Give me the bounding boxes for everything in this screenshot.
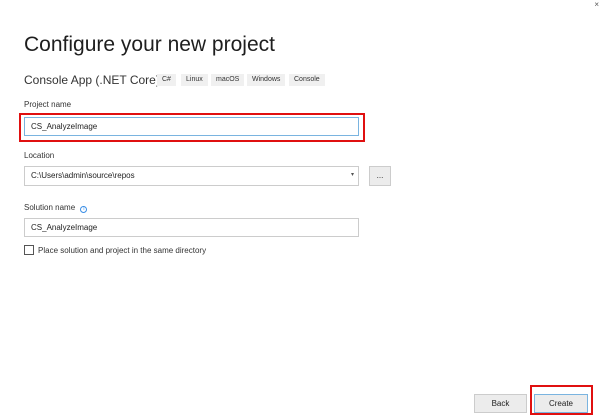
tag-macos: macOS [211, 74, 245, 86]
tag-console: Console [289, 74, 325, 86]
location-label: Location [24, 151, 55, 160]
create-button[interactable]: Create [534, 394, 588, 413]
same-directory-checkbox[interactable] [24, 245, 34, 255]
solution-name-text: Solution name [24, 203, 76, 212]
info-icon[interactable]: i [80, 206, 88, 213]
back-button[interactable]: Back [474, 394, 527, 413]
close-icon[interactable]: × [594, 0, 599, 9]
browse-button[interactable]: ... [369, 166, 391, 186]
location-value: C:\Users\admin\source\repos [31, 171, 135, 180]
chevron-down-icon: ▾ [350, 172, 354, 178]
solution-name-input[interactable]: CS_AnalyzeImage [24, 218, 359, 237]
template-name: Console App (.NET Core) [24, 73, 160, 87]
tag-csharp: C# [157, 74, 176, 86]
project-name-input[interactable]: CS_AnalyzeImage [24, 117, 359, 136]
solution-name-label: Solution name i [24, 203, 88, 213]
location-select[interactable]: C:\Users\admin\source\repos ▾ [24, 166, 359, 186]
same-directory-label: Place solution and project in the same d… [38, 246, 207, 255]
tag-linux: Linux [181, 74, 208, 86]
project-name-label: Project name [24, 100, 72, 109]
page-title: Configure your new project [24, 33, 275, 56]
tag-windows: Windows [247, 74, 286, 86]
